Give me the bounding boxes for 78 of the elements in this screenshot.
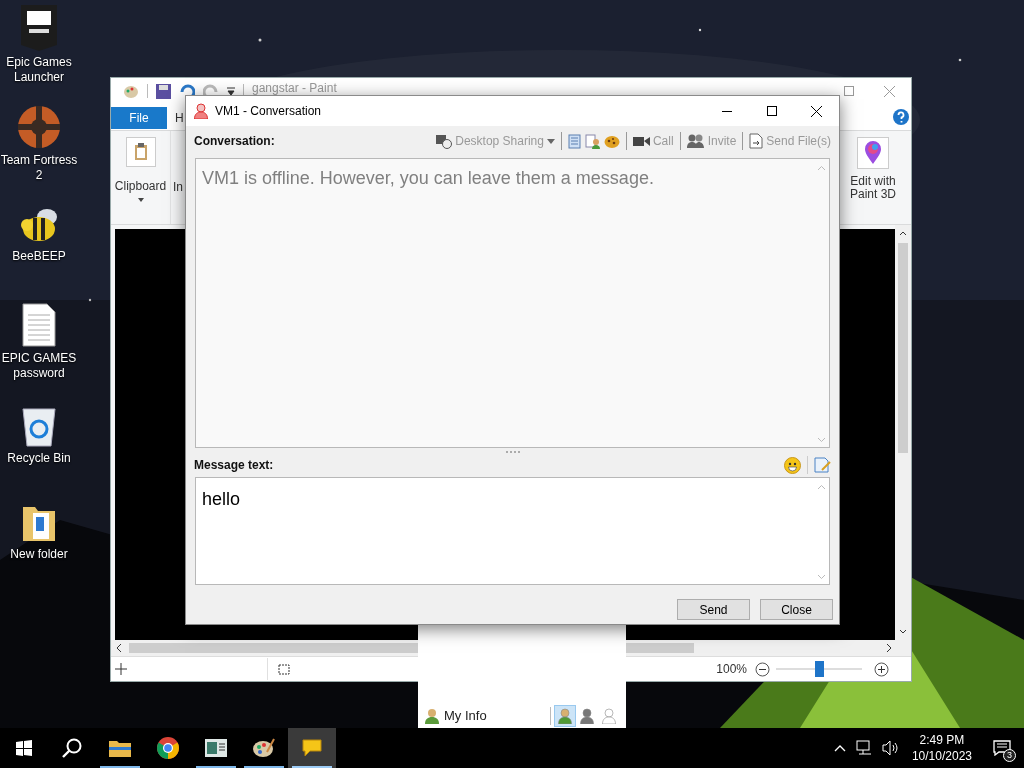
paste-button[interactable] <box>125 137 156 167</box>
zoom-slider[interactable] <box>776 661 862 677</box>
paint-drop-icon <box>864 141 882 165</box>
window-title: gangstar - Paint <box>252 80 337 97</box>
app-window-icon <box>205 739 227 757</box>
selection-icon <box>276 663 290 675</box>
game-logo-icon <box>17 105 61 149</box>
maximize-icon[interactable] <box>844 86 854 96</box>
caret-icon <box>546 138 555 144</box>
notification-count: 3 <box>1003 749 1016 762</box>
zoom-reading: 100% <box>716 661 747 678</box>
group-label[interactable]: Clipboard <box>114 177 167 195</box>
caret-icon[interactable] <box>137 198 144 202</box>
chevron-up-icon[interactable] <box>833 744 846 752</box>
document-icon <box>22 303 56 347</box>
video-camera-icon <box>632 135 650 147</box>
window-title: VM1 - Conversation <box>215 103 322 120</box>
dialog-button[interactable]: Close <box>760 599 833 620</box>
speech-bubble-icon <box>301 738 323 758</box>
desktop-icon-label[interactable]: Epic Games Launcher <box>0 55 78 85</box>
search-icon <box>62 738 82 758</box>
palette-icon <box>123 83 139 99</box>
conversation-label: Conversation: <box>194 133 275 150</box>
minimize-icon <box>721 110 732 112</box>
offline-notice: VM1 is offline. However, you can leave them a message. <box>201 167 655 190</box>
vertical-scrollbar[interactable] <box>895 225 911 640</box>
dropdown-icon[interactable] <box>227 86 235 96</box>
zoom-out-icon[interactable] <box>755 661 770 677</box>
ribbon-tab[interactable]: H <box>175 107 184 129</box>
user-icon <box>424 708 440 724</box>
cookie-icon[interactable] <box>603 134 620 148</box>
zoom-in-icon[interactable] <box>874 661 889 677</box>
maximize-icon <box>766 106 777 116</box>
move-icon <box>115 663 127 675</box>
splitter-handle-icon[interactable] <box>505 451 520 453</box>
close-icon <box>811 105 822 117</box>
person-icon <box>602 708 616 724</box>
desktop-icon-label[interactable]: Recycle Bin <box>7 451 71 466</box>
notifications-button[interactable]: 3 <box>980 728 1024 768</box>
paint-3d-button[interactable] <box>857 137 889 169</box>
person-icon <box>580 708 594 724</box>
desktop-icon-label[interactable]: Team Fortress 2 <box>0 153 78 183</box>
windows-logo-icon <box>16 740 32 756</box>
palette-icon <box>253 738 275 758</box>
desktop-icon-label[interactable]: BeeBEEP <box>12 249 66 264</box>
clipboard-icon <box>133 143 148 161</box>
close-icon[interactable] <box>884 85 895 97</box>
desktop-icon-label[interactable]: New folder <box>10 547 68 562</box>
network-icon[interactable] <box>855 740 874 756</box>
scroll-left-icon[interactable] <box>115 643 123 653</box>
status-button[interactable] <box>554 705 576 727</box>
taskbar-app-button[interactable] <box>288 728 336 768</box>
group-label[interactable]: Edit with Paint 3D <box>843 175 903 201</box>
help-icon[interactable] <box>893 109 909 125</box>
my-info-label[interactable]: My Info <box>444 706 487 726</box>
folder-icon <box>109 739 131 757</box>
person-icon <box>558 708 572 724</box>
message-label: Message text: <box>194 457 274 474</box>
message-text: hello <box>202 489 241 509</box>
clock[interactable]: 2:49 PM 10/10/2023 <box>903 732 980 764</box>
message-icon <box>993 740 1011 756</box>
group-label: In <box>173 180 183 194</box>
send-file-icon <box>749 133 764 149</box>
clock-date: 10/10/2023 <box>911 748 972 764</box>
file-menu-tab[interactable]: File <box>111 107 167 129</box>
clock-time: 2:49 PM <box>919 732 965 748</box>
dialog-button[interactable]: Send <box>677 599 750 620</box>
save-icon[interactable] <box>156 83 171 99</box>
info-user-icon[interactable] <box>584 133 600 149</box>
user-icon <box>194 103 208 119</box>
smiley-icon[interactable] <box>784 456 801 474</box>
volume-icon[interactable] <box>881 740 900 756</box>
slider-thumb[interactable] <box>815 661 824 677</box>
monitor-icon <box>436 133 453 149</box>
shield-logo-icon <box>19 5 59 51</box>
browser-icon <box>157 737 179 759</box>
scroll-right-icon[interactable] <box>885 643 893 653</box>
desktop-icon-label[interactable]: EPIC GAMES password <box>0 351 78 381</box>
